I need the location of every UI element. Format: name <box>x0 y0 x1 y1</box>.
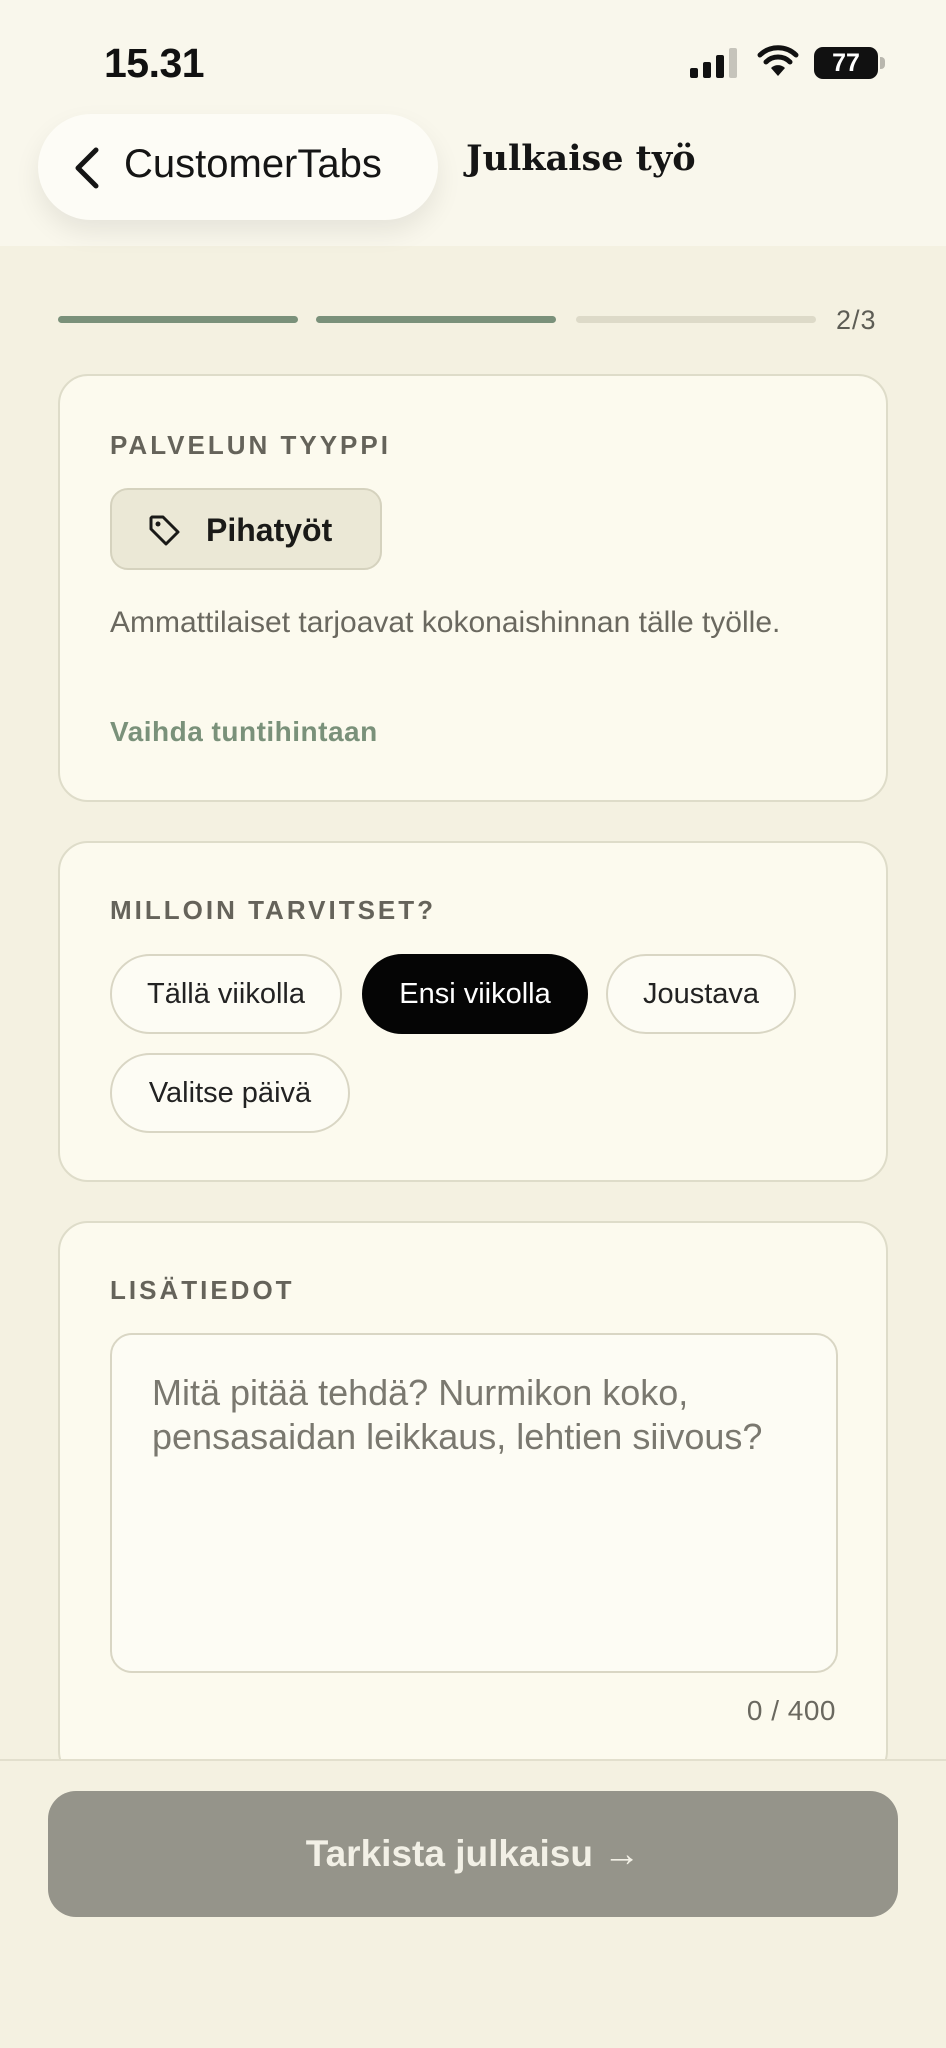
service-type-chip: Pihatyöt <box>110 488 382 570</box>
wifi-icon <box>757 45 799 76</box>
timing-option-pick-date[interactable]: Valitse päivä <box>110 1053 350 1133</box>
details-heading: LISÄTIEDOT <box>110 1275 295 1305</box>
progress-segment-2 <box>316 316 556 323</box>
details-input[interactable] <box>110 1333 838 1673</box>
service-type-heading: PALVELUN TYYPPI <box>110 430 391 460</box>
step-progress <box>58 316 888 324</box>
character-counter: 0 / 400 <box>746 1695 836 1726</box>
details-card: LISÄTIEDOT 0 / 400 <box>58 1221 888 1781</box>
review-post-button[interactable]: Tarkista julkaisu → <box>48 1791 898 1917</box>
service-type-label: Pihatyöt <box>206 512 333 548</box>
back-button[interactable]: CustomerTabs <box>38 114 438 220</box>
tag-icon <box>149 515 180 546</box>
timing-option-this-week[interactable]: Tällä viikolla <box>110 954 342 1034</box>
timing-card: MILLOIN TARVITSET? Tällä viikolla Ensi v… <box>58 841 888 1182</box>
battery-cap <box>880 57 885 69</box>
bottom-action-bar: Tarkista julkaisu → <box>0 1759 946 2048</box>
battery-icon: 77 <box>814 47 885 79</box>
pricing-description: Ammattilaiset tarjoavat kokonaishinnan t… <box>110 606 781 639</box>
timing-option-flexible[interactable]: Joustava <box>606 954 796 1034</box>
step-counter: 2/3 <box>836 305 877 335</box>
service-type-card: PALVELUN TYYPPI Pihatyöt Ammattilaiset t… <box>58 374 888 802</box>
progress-segment-3 <box>576 316 816 323</box>
status-time: 15.31 <box>104 40 205 86</box>
cellular-signal-icon <box>690 48 737 78</box>
top-bar: 15.31 77 CustomerTabs Julkaise työ <box>0 0 946 246</box>
page-title: Julkaise työ <box>466 138 696 179</box>
back-button-label: CustomerTabs <box>124 142 382 186</box>
timing-option-next-week[interactable]: Ensi viikolla <box>362 954 588 1034</box>
battery-level: 77 <box>814 47 878 79</box>
screen: 15.31 77 CustomerTabs Julkaise työ 2/3 P… <box>0 0 946 2048</box>
progress-segment-1 <box>58 316 298 323</box>
timing-heading: MILLOIN TARVITSET? <box>110 895 437 925</box>
chevron-left-icon <box>75 147 99 189</box>
switch-to-hourly-link[interactable]: Vaihda tuntihintaan <box>110 716 378 748</box>
